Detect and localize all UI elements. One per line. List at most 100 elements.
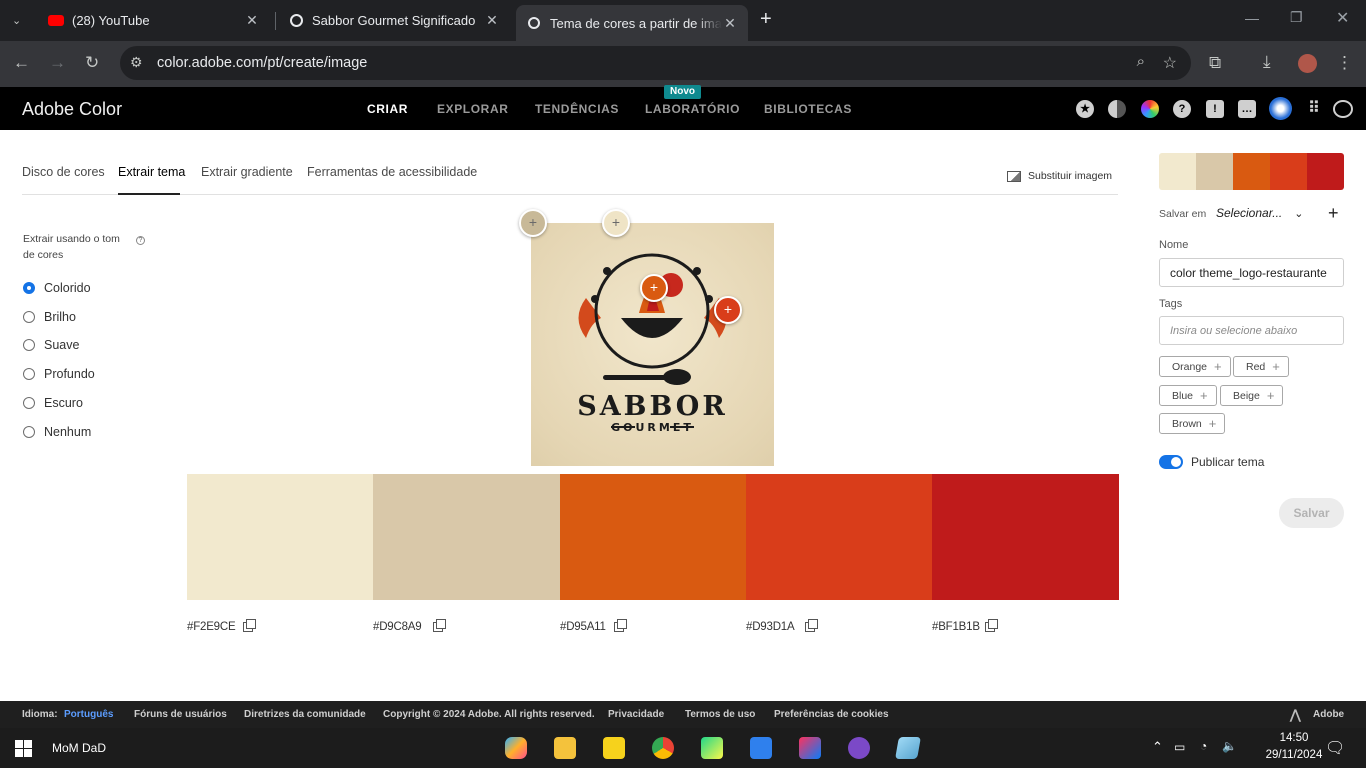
- uploaded-image[interactable]: SABBOR GOURMET: [531, 223, 774, 466]
- radio-suave[interactable]: Suave: [23, 338, 79, 352]
- hex-value-1[interactable]: #F2E9CE: [187, 621, 236, 633]
- footer-link-forums[interactable]: Fóruns de usuários: [134, 709, 227, 720]
- copy-icon[interactable]: [805, 619, 818, 632]
- hex-value-5[interactable]: #BF1B1B: [932, 621, 980, 633]
- wifi-icon[interactable]: ◔: [1200, 739, 1207, 753]
- tray-chevron-icon[interactable]: ⌃: [1152, 739, 1163, 755]
- name-field[interactable]: color theme_logo-restaurante: [1159, 258, 1344, 287]
- user-avatar[interactable]: [1269, 97, 1292, 120]
- clock-time[interactable]: 14:50: [1264, 732, 1324, 744]
- alert-icon[interactable]: !: [1206, 100, 1224, 118]
- bookmark-star-icon[interactable]: ☆: [1163, 53, 1177, 73]
- windows-start-icon[interactable]: [15, 740, 32, 757]
- copy-icon[interactable]: [433, 619, 446, 632]
- radio-profundo[interactable]: Profundo: [23, 367, 95, 381]
- footer-link-privacy[interactable]: Privacidade: [608, 709, 664, 720]
- add-library-button[interactable]: +: [1328, 203, 1339, 224]
- tab-ferramentas-acessibilidade[interactable]: Ferramentas de acessibilidade: [307, 165, 477, 179]
- tab-close-icon[interactable]: ✕: [244, 12, 260, 29]
- footer-link-cookies[interactable]: Preferências de cookies: [774, 709, 889, 720]
- swatch-1[interactable]: [187, 474, 373, 600]
- app-brand[interactable]: Adobe Color: [22, 99, 122, 120]
- window-close-icon[interactable]: ✕: [1336, 8, 1349, 28]
- nav-criar[interactable]: CRIAR: [367, 102, 408, 116]
- tab-sabbor[interactable]: Sabbor Gourmet Significado ✕: [278, 6, 510, 35]
- battery-icon[interactable]: ▭: [1174, 740, 1185, 754]
- tab-adobe-color[interactable]: Tema de cores a partir de image ✕: [516, 5, 748, 41]
- radio-button[interactable]: [23, 311, 35, 323]
- tab-close-icon[interactable]: ✕: [722, 15, 738, 32]
- copy-icon[interactable]: [243, 619, 256, 632]
- copy-icon[interactable]: [985, 619, 998, 632]
- tab-extrair-gradiente[interactable]: Extrair gradiente: [201, 165, 293, 179]
- new-tab-icon[interactable]: +: [760, 9, 772, 29]
- apps-grid-icon[interactable]: ⠿: [1305, 100, 1323, 118]
- vscode-icon[interactable]: [750, 737, 772, 759]
- tab-disco-de-cores[interactable]: Disco de cores: [22, 165, 105, 179]
- footer-link-guidelines[interactable]: Diretrizes da comunidade: [244, 709, 366, 720]
- radio-button[interactable]: [23, 368, 35, 380]
- chrome-icon[interactable]: [652, 737, 674, 759]
- taskbar-user-label[interactable]: MoM DaD: [52, 741, 106, 755]
- replace-image-button[interactable]: Substituir imagem: [1007, 170, 1112, 182]
- pycharm-icon[interactable]: [701, 737, 723, 759]
- tags-input[interactable]: Insira ou selecione abaixo: [1159, 316, 1344, 345]
- back-icon[interactable]: ←: [13, 53, 30, 73]
- color-wheel-icon[interactable]: [1141, 100, 1159, 118]
- reload-icon[interactable]: ↻: [85, 53, 99, 73]
- site-info-icon[interactable]: ⚙: [130, 54, 143, 71]
- forward-icon[interactable]: →: [49, 53, 66, 73]
- extensions-icon[interactable]: ⧉: [1209, 53, 1221, 73]
- github-desktop-icon[interactable]: [848, 737, 870, 759]
- glass-app-icon[interactable]: [895, 737, 921, 759]
- player-app-icon[interactable]: [603, 737, 625, 759]
- creative-cloud-icon[interactable]: [1333, 100, 1353, 118]
- radio-button[interactable]: [23, 282, 35, 294]
- color-picker-handle-3[interactable]: +: [640, 274, 668, 302]
- notifications-icon[interactable]: 🗨: [1325, 738, 1345, 758]
- hex-value-2[interactable]: #D9C8A9: [373, 621, 422, 633]
- menu-kebab-icon[interactable]: ⋮: [1336, 53, 1353, 73]
- tag-blue[interactable]: Blue +: [1159, 385, 1217, 406]
- tag-beige[interactable]: Beige +: [1220, 385, 1284, 406]
- nav-tendencias[interactable]: TENDÊNCIAS: [535, 102, 619, 116]
- clock-date[interactable]: 29/11/2024: [1258, 749, 1330, 761]
- nav-bibliotecas[interactable]: BIBLIOTECAS: [764, 102, 852, 116]
- tag-red[interactable]: Red +: [1233, 356, 1289, 377]
- file-explorer-icon[interactable]: [554, 737, 576, 759]
- library-select[interactable]: Selecionar... ⌄: [1216, 206, 1303, 220]
- minimize-icon[interactable]: —: [1245, 10, 1259, 26]
- swatch-2[interactable]: [373, 474, 560, 600]
- volume-icon[interactable]: 🔈: [1222, 739, 1237, 753]
- adobe-footer-label[interactable]: Adobe: [1313, 709, 1344, 720]
- nav-laboratorio[interactable]: LABORATÓRIO: [645, 102, 740, 116]
- radio-escuro[interactable]: Escuro: [23, 396, 83, 410]
- tab-close-icon[interactable]: ✕: [484, 12, 500, 29]
- hex-value-3[interactable]: #D95A11: [560, 621, 606, 633]
- radio-button[interactable]: [23, 426, 35, 438]
- radio-nenhum[interactable]: Nenhum: [23, 425, 91, 439]
- save-button[interactable]: Salvar: [1279, 498, 1344, 528]
- radio-brilho[interactable]: Brilho: [23, 310, 76, 324]
- color-picker-handle-1[interactable]: +: [519, 209, 547, 237]
- hex-value-4[interactable]: #D93D1A: [746, 621, 795, 633]
- intellij-icon[interactable]: [799, 737, 821, 759]
- tag-orange[interactable]: Orange +: [1159, 356, 1231, 377]
- tag-brown[interactable]: Brown +: [1159, 413, 1226, 434]
- footer-link-terms[interactable]: Termos de uso: [685, 709, 755, 720]
- color-picker-handle-2[interactable]: +: [602, 209, 630, 237]
- tab-youtube[interactable]: (28) YouTube ✕: [38, 6, 270, 35]
- tab-extrair-tema[interactable]: Extrair tema: [118, 165, 185, 179]
- contrast-icon[interactable]: [1108, 100, 1126, 118]
- star-icon[interactable]: ★: [1076, 100, 1094, 118]
- swatch-3[interactable]: [560, 474, 746, 600]
- help-icon[interactable]: ?: [136, 236, 145, 245]
- restore-icon[interactable]: ❐: [1290, 9, 1303, 26]
- publish-toggle[interactable]: [1159, 455, 1183, 469]
- download-icon[interactable]: ⤓: [1263, 52, 1271, 72]
- zoom-icon[interactable]: ⌕: [1137, 53, 1145, 70]
- tab-search-chevron-icon[interactable]: ⌄: [12, 11, 21, 31]
- color-picker-handle-4[interactable]: +: [714, 296, 742, 324]
- copy-icon[interactable]: [614, 619, 627, 632]
- swatch-4[interactable]: [746, 474, 932, 600]
